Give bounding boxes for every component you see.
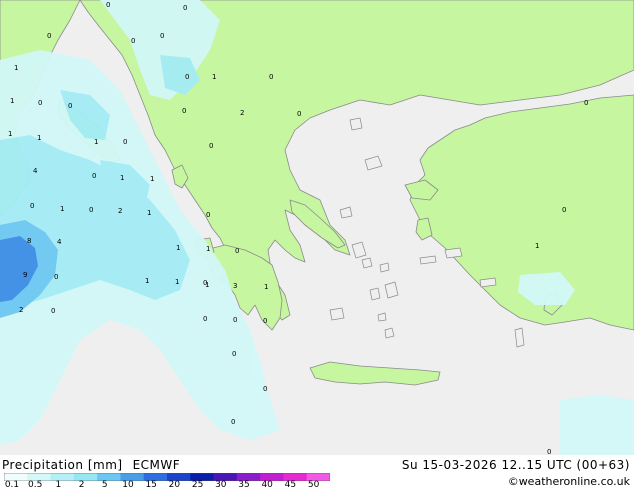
legend-label: 1 bbox=[55, 480, 62, 490]
map-value: 1 bbox=[175, 278, 179, 286]
map-value: 0 bbox=[231, 418, 235, 426]
map-value: 1 bbox=[150, 175, 154, 183]
legend-swatch bbox=[50, 473, 75, 481]
legend-label: 50 bbox=[307, 480, 320, 490]
map-value: 9 bbox=[23, 271, 27, 279]
island-samos bbox=[444, 247, 463, 259]
precipitation-map: 0 0 0 0 0 1 1 0 0 0 1 0 0 2 0 1 1 0 0 1 … bbox=[0, 0, 634, 455]
map-value: 0 bbox=[263, 385, 267, 393]
island-karpathos bbox=[514, 327, 525, 348]
map-value: 0 bbox=[38, 99, 42, 107]
map-value: 3 bbox=[233, 282, 237, 290]
map-value: 0 bbox=[562, 206, 566, 214]
map-value: 2 bbox=[19, 306, 23, 314]
map-value: 0 bbox=[547, 448, 551, 455]
credit-link[interactable]: ©weatheronline.co.uk bbox=[508, 475, 630, 488]
map-value: 0 bbox=[182, 107, 186, 115]
map-value: 2 bbox=[240, 109, 244, 117]
map-title: Precipitation [mm] ECMWF bbox=[2, 458, 180, 472]
map-value: 2 bbox=[118, 207, 122, 215]
legend-label: 0.1 bbox=[4, 480, 20, 490]
map-value: 4 bbox=[33, 167, 38, 175]
legend-label: 10 bbox=[122, 480, 134, 490]
model-name: ECMWF bbox=[132, 458, 181, 472]
map-value: 0 bbox=[92, 172, 96, 180]
legend-label: 35 bbox=[238, 480, 250, 490]
forecast-datetime: Su 15-03-2026 12..15 UTC (00+63) bbox=[401, 458, 630, 472]
map-value: 0 bbox=[263, 317, 267, 325]
legend-label: 15 bbox=[145, 480, 157, 490]
map-value: 0 bbox=[297, 110, 301, 118]
island-paros bbox=[369, 287, 381, 301]
map-value: 0 bbox=[89, 206, 93, 214]
precip-area-se bbox=[560, 395, 634, 455]
map-value: 0 bbox=[206, 211, 210, 219]
map-value: 0 bbox=[160, 32, 164, 40]
map-value: 1 bbox=[206, 245, 210, 253]
island-santorini bbox=[384, 327, 395, 339]
legend-swatch bbox=[97, 473, 121, 481]
map-value: 0 bbox=[235, 247, 239, 255]
map-value: 0 bbox=[47, 32, 51, 40]
map-value: 1 bbox=[14, 64, 18, 72]
island-mykonos bbox=[379, 262, 390, 273]
island-milos bbox=[329, 307, 345, 321]
map-value: 1 bbox=[60, 205, 64, 213]
map-value: 0 bbox=[106, 1, 110, 9]
legend-label: 0.5 bbox=[28, 480, 43, 490]
map-value: 0 bbox=[54, 273, 58, 281]
legend-label: 25 bbox=[191, 480, 204, 490]
legend-label: 5 bbox=[101, 480, 108, 490]
map-value: 1 bbox=[37, 134, 41, 142]
map-value: 1 bbox=[120, 174, 124, 182]
legend-swatch bbox=[73, 473, 98, 481]
island-tinos bbox=[361, 257, 373, 269]
map-value: 0 bbox=[68, 102, 72, 110]
island-kos bbox=[479, 277, 497, 288]
map-value: 0 bbox=[183, 4, 187, 12]
map-value: 1 bbox=[535, 242, 539, 250]
precip-title: Precipitation [mm] bbox=[2, 458, 123, 472]
map-value: 1 bbox=[205, 281, 209, 289]
map-value: 0 bbox=[185, 73, 189, 81]
island-thasos bbox=[349, 117, 363, 131]
map-footer: Precipitation [mm] ECMWF Su 15-03-2026 12… bbox=[0, 455, 634, 490]
legend-label: 30 bbox=[215, 480, 227, 490]
map-value: 0 bbox=[51, 307, 55, 315]
legend-label: 45 bbox=[284, 480, 297, 490]
map-value: 1 bbox=[94, 138, 98, 146]
map-value: 1 bbox=[212, 73, 216, 81]
map-value: 1 bbox=[147, 209, 151, 217]
map-value: 1 bbox=[176, 244, 180, 252]
map-value: 0 bbox=[233, 316, 237, 324]
map-value: 0 bbox=[131, 37, 135, 45]
map-value: 1 bbox=[145, 277, 149, 285]
map-value: 0 bbox=[584, 99, 588, 107]
map-value: 0 bbox=[232, 350, 236, 358]
map-value: 4 bbox=[57, 238, 62, 246]
legend-label: 2 bbox=[78, 480, 85, 490]
map-value: 0 bbox=[123, 138, 127, 146]
map-value: 8 bbox=[27, 237, 31, 245]
map-value: 1 bbox=[10, 97, 14, 105]
map-value: 1 bbox=[8, 130, 12, 138]
map-value: 0 bbox=[203, 315, 207, 323]
legend-color-bar bbox=[4, 473, 330, 481]
map-value: 0 bbox=[209, 142, 213, 150]
map-value: 1 bbox=[264, 283, 268, 291]
map-value: 0 bbox=[269, 73, 273, 81]
map-value: 0 bbox=[30, 202, 34, 210]
legend-label: 40 bbox=[261, 480, 273, 490]
legend-label: 20 bbox=[168, 480, 181, 490]
